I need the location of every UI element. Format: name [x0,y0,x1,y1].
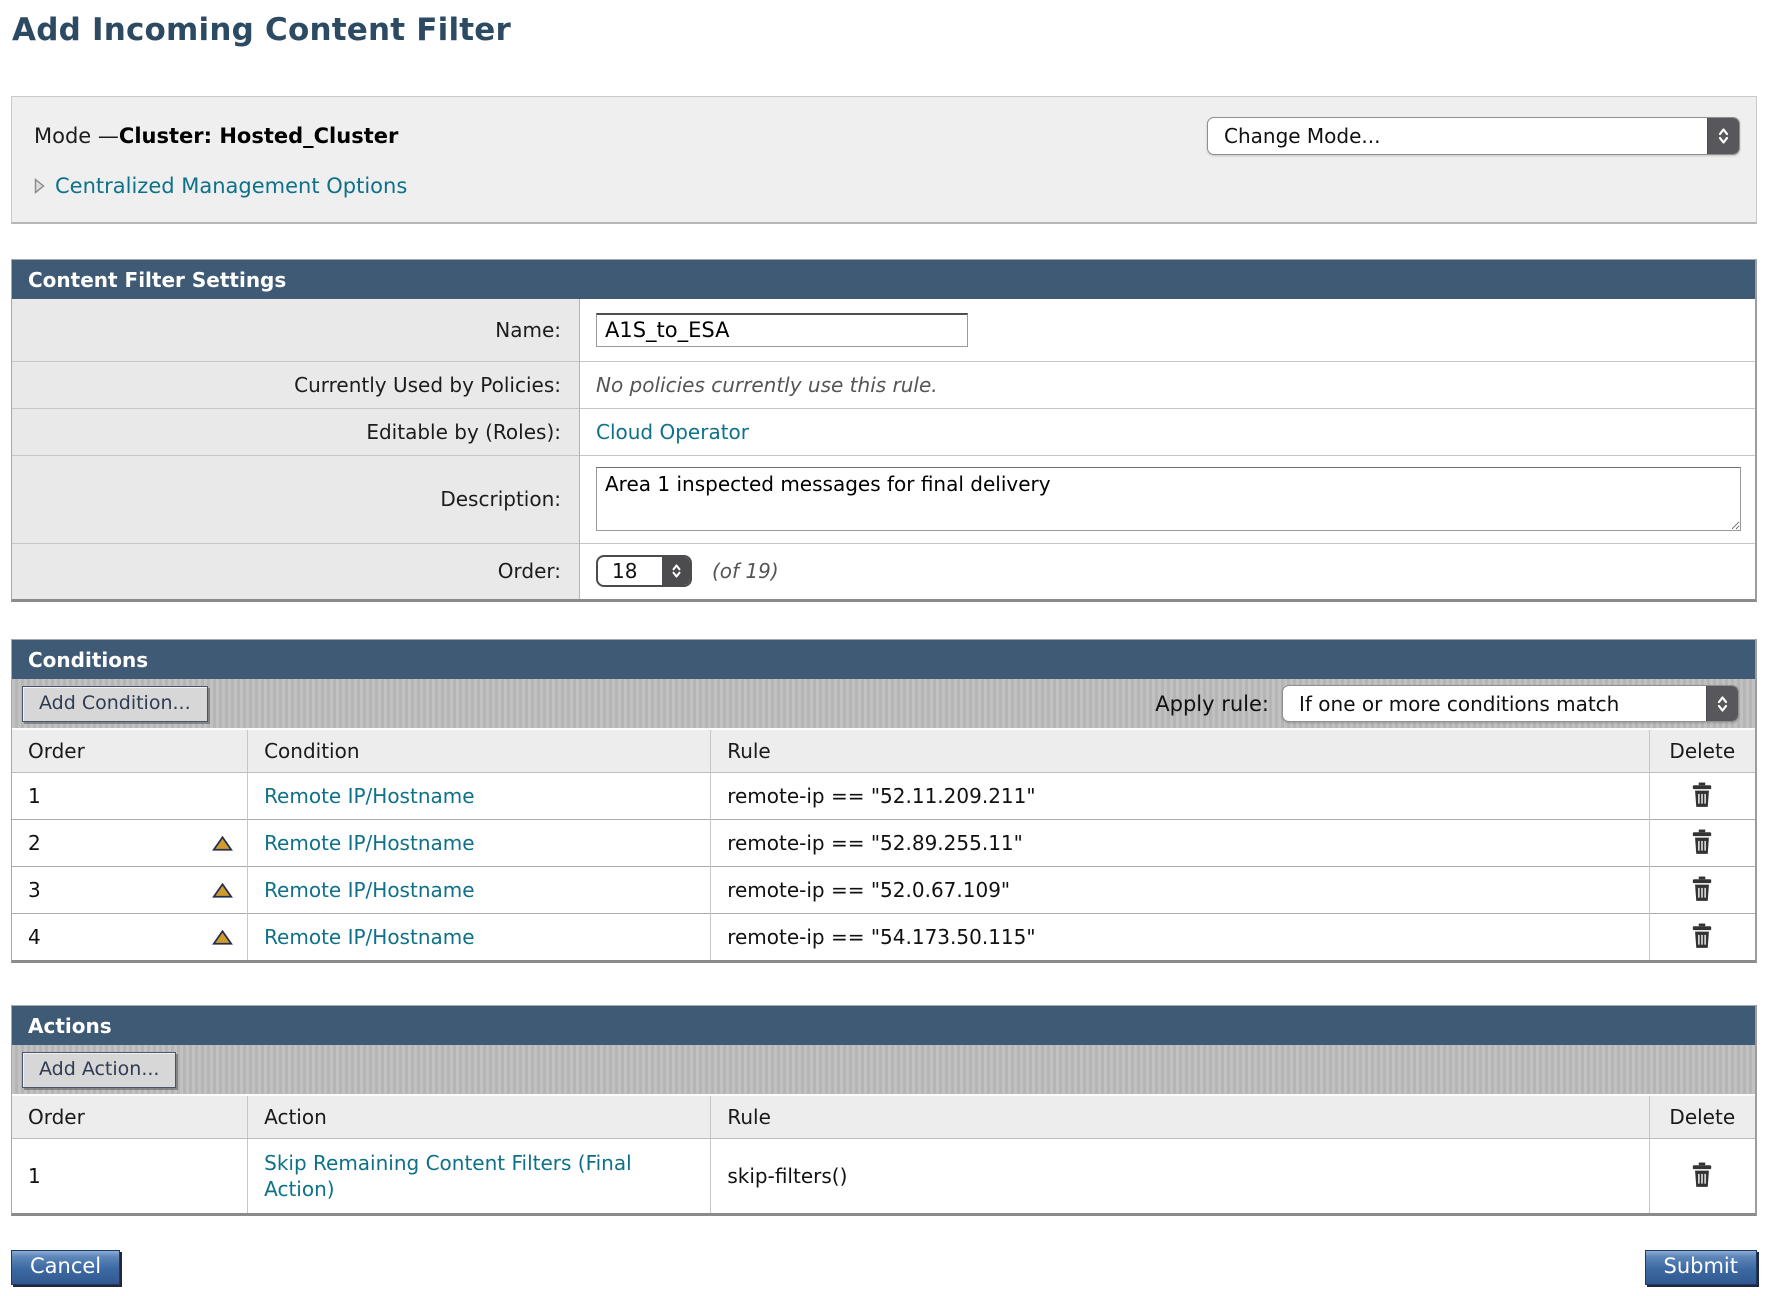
expand-right-triangle-icon[interactable] [34,178,45,194]
apply-rule-select[interactable]: If one or more conditions match [1282,685,1739,722]
action-order: 1 [28,1164,41,1188]
condition-link[interactable]: Remote IP/Hostname [264,878,474,902]
delete-condition-button[interactable] [1686,921,1718,951]
select-stepper-icon [1707,118,1739,154]
condition-row: 4 Remote IP/Hostname remote-ip == "54.17… [12,914,1755,961]
order-total: (of 19) [712,559,779,583]
policies-label: Currently Used by Policies: [294,373,561,397]
condition-link[interactable]: Remote IP/Hostname [264,831,474,855]
action-link[interactable]: Skip Remaining Content Filters (Final Ac… [264,1150,684,1202]
actions-header: Actions [12,1006,1755,1045]
name-row: Name: [12,299,1755,361]
actions-table-header-row: Order Action Rule Delete [12,1096,1755,1139]
condition-order: 1 [28,784,41,808]
order-label: Order: [498,559,561,583]
condition-row: 2 Remote IP/Hostname remote-ip == "52.89… [12,820,1755,867]
cloud-operator-link[interactable]: Cloud Operator [596,420,749,444]
submit-button[interactable]: Submit [1645,1250,1758,1285]
column-header-delete: Delete [1649,730,1755,773]
move-up-button[interactable] [212,836,233,851]
description-row: Description: Area 1 inspected messages f… [12,455,1755,543]
column-header-condition: Condition [248,730,711,773]
content-filter-settings-panel: Content Filter Settings Name: Currently … [11,259,1757,602]
action-rule: skip-filters() [711,1139,1649,1214]
condition-link[interactable]: Remote IP/Hostname [264,925,474,949]
condition-row: 1 Remote IP/Hostname remote-ip == "52.11… [12,773,1755,820]
policies-row: Currently Used by Policies: No policies … [12,361,1755,408]
condition-order: 3 [28,878,41,902]
delete-condition-button[interactable] [1686,780,1718,810]
order-selected-value: 18 [598,559,637,583]
column-header-order: Order [12,1096,248,1139]
mode-text: Mode —Cluster: Hosted_Cluster [34,124,398,148]
select-stepper-icon [662,557,690,585]
cancel-button[interactable]: Cancel [11,1250,120,1285]
delete-condition-button[interactable] [1686,827,1718,857]
move-up-button[interactable] [212,883,233,898]
roles-label: Editable by (Roles): [366,420,561,444]
page-title: Add Incoming Content Filter [12,10,1770,50]
change-mode-select[interactable]: Change Mode... [1207,117,1740,155]
action-row: 1 Skip Remaining Content Filters (Final … [12,1139,1755,1214]
description-textarea[interactable]: Area 1 inspected messages for final deli… [596,467,1741,531]
actions-panel: Actions Add Action... Order Action Rule … [11,1005,1757,1216]
move-up-icon [212,836,233,851]
condition-rule: remote-ip == "52.11.209.211" [711,773,1649,820]
page: Add Incoming Content Filter Mode —Cluste… [0,10,1770,1285]
mode-label: Mode — [34,124,119,148]
mode-box: Mode —Cluster: Hosted_Cluster Change Mod… [11,96,1757,224]
move-up-icon [212,883,233,898]
trash-icon [1690,923,1714,949]
conditions-header: Conditions [12,640,1755,679]
condition-rule: remote-ip == "52.0.67.109" [711,867,1649,914]
condition-link[interactable]: Remote IP/Hostname [264,784,474,808]
trash-icon [1690,782,1714,808]
conditions-toolbar: Add Condition... Apply rule: If one or m… [12,679,1755,730]
order-select[interactable]: 18 [596,555,692,587]
column-header-delete: Delete [1649,1096,1755,1139]
conditions-table: Order Condition Rule Delete 1 Remote IP/… [12,730,1755,960]
move-up-button[interactable] [212,930,233,945]
centralized-management-options-link[interactable]: Centralized Management Options [55,174,407,198]
condition-rule: remote-ip == "52.89.255.11" [711,820,1649,867]
mode-cluster-name: Cluster: Hosted_Cluster [119,124,398,148]
conditions-panel: Conditions Add Condition... Apply rule: … [11,639,1757,963]
condition-order: 4 [28,925,41,949]
actions-toolbar: Add Action... [12,1045,1755,1096]
policies-value: No policies currently use this rule. [596,373,938,397]
column-header-rule: Rule [711,1096,1649,1139]
conditions-table-header-row: Order Condition Rule Delete [12,730,1755,773]
name-label: Name: [495,318,561,342]
select-stepper-icon [1706,686,1738,721]
content-filter-settings-header: Content Filter Settings [12,260,1755,299]
description-label: Description: [440,487,561,511]
order-row: Order: 18 (of 19) [12,543,1755,599]
column-header-order: Order [12,730,248,773]
column-header-rule: Rule [711,730,1649,773]
condition-order: 2 [28,831,41,855]
trash-icon [1690,1162,1714,1188]
footer: Cancel Submit [11,1250,1757,1285]
name-input[interactable] [596,313,968,347]
condition-row: 3 Remote IP/Hostname remote-ip == "52.0.… [12,867,1755,914]
delete-condition-button[interactable] [1686,874,1718,904]
change-mode-selected-option: Change Mode... [1208,124,1381,148]
add-action-button[interactable]: Add Action... [22,1052,176,1088]
apply-rule-selected-option: If one or more conditions match [1283,692,1619,716]
apply-rule-label: Apply rule: [1155,692,1269,716]
trash-icon [1690,876,1714,902]
delete-action-button[interactable] [1686,1160,1718,1190]
trash-icon [1690,829,1714,855]
add-condition-button[interactable]: Add Condition... [22,686,208,722]
actions-table: Order Action Rule Delete 1 Skip Remainin… [12,1096,1755,1213]
column-header-action: Action [248,1096,711,1139]
move-up-icon [212,930,233,945]
roles-row: Editable by (Roles): Cloud Operator [12,408,1755,455]
condition-rule: remote-ip == "54.173.50.115" [711,914,1649,961]
